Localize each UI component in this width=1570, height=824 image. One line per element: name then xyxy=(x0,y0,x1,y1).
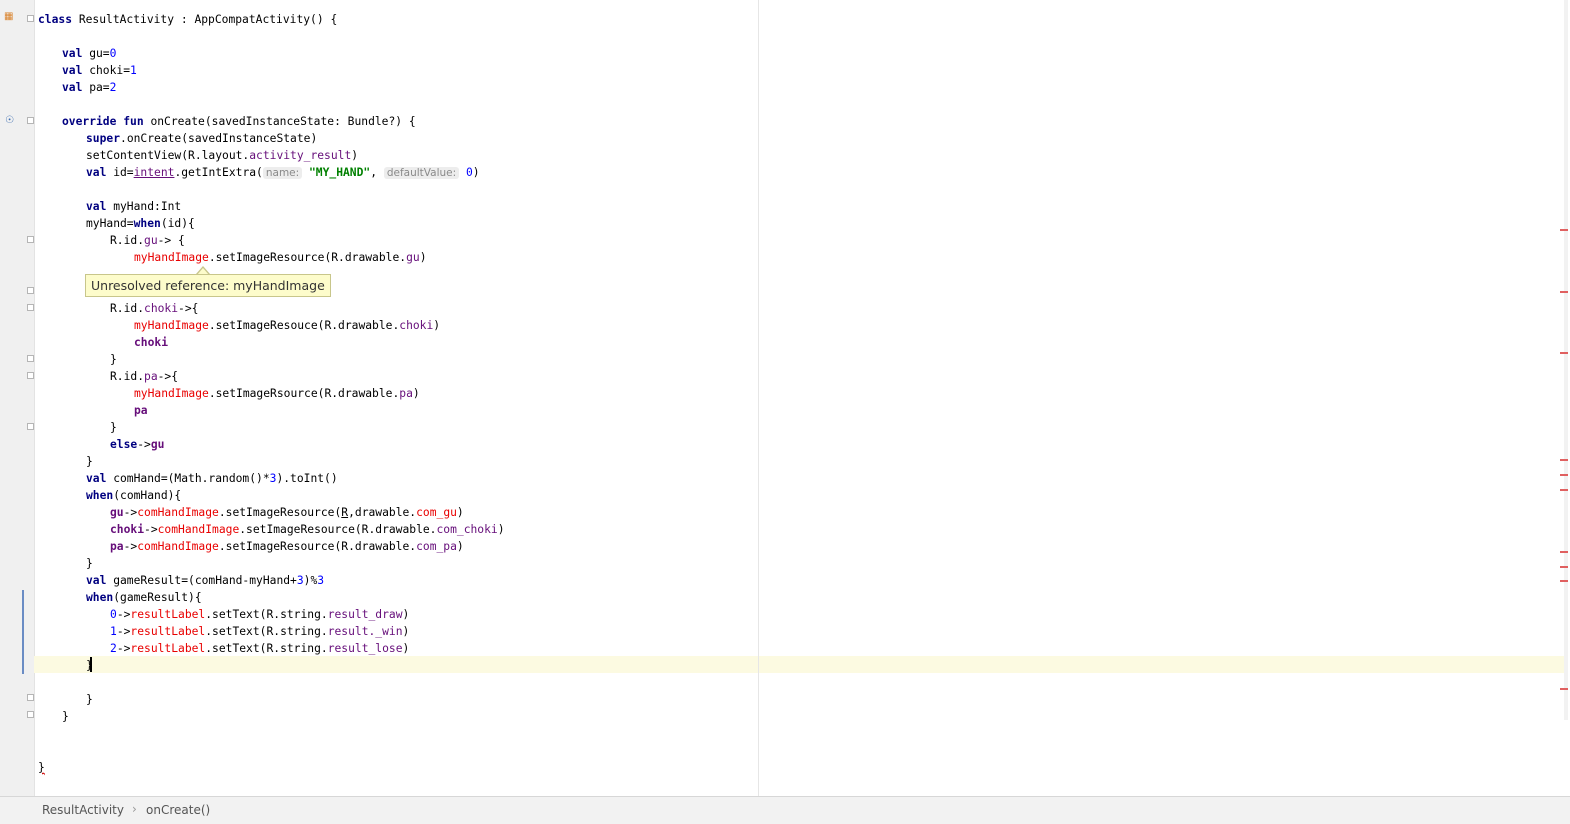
right-margin-guide xyxy=(758,0,759,796)
fold-marker[interactable] xyxy=(27,236,34,243)
breadcrumb-item-class[interactable]: ResultActivity xyxy=(42,803,124,817)
code-line: when(gameResult){ xyxy=(86,591,202,604)
code-line: choki->comHandImage.setImageResource(R.d… xyxy=(110,523,505,536)
fold-marker[interactable] xyxy=(27,711,34,718)
override-method-icon[interactable]: ☉ xyxy=(5,116,14,126)
code-line: 0->resultLabel.setText(R.string.result_d… xyxy=(110,608,410,621)
fold-marker[interactable] xyxy=(27,694,34,701)
code-line: pa->comHandImage.setImageResource(R.draw… xyxy=(110,540,464,553)
code-line: val myHand:Int xyxy=(86,200,182,213)
fold-marker[interactable] xyxy=(27,372,34,379)
parameter-hint: name: xyxy=(262,167,303,179)
code-line: 1->resultLabel.setText(R.string.result._… xyxy=(110,625,410,638)
code-line: } xyxy=(38,761,45,774)
code-line: } xyxy=(62,710,69,723)
code-line: myHandImage.setImageResouce(R.drawable.c… xyxy=(134,319,441,332)
text-caret xyxy=(90,657,92,672)
kotlin-class-icon[interactable]: ▦ xyxy=(4,12,13,22)
code-line: override fun onCreate(savedInstanceState… xyxy=(62,115,416,128)
code-line: val gu=0 xyxy=(62,47,117,60)
fold-marker[interactable] xyxy=(27,355,34,362)
error-marker[interactable] xyxy=(1560,229,1568,231)
breadcrumb-separator: › xyxy=(132,802,137,816)
error-marker[interactable] xyxy=(1560,352,1568,354)
code-line: } xyxy=(86,693,93,706)
vcs-change-bar[interactable] xyxy=(22,590,24,674)
error-marker[interactable] xyxy=(1560,459,1568,461)
code-line: } xyxy=(86,557,93,570)
breadcrumb: ResultActivity › onCreate() xyxy=(0,796,1570,824)
error-stripe[interactable] xyxy=(1560,0,1568,720)
error-marker[interactable] xyxy=(1560,291,1568,293)
code-line: 2->resultLabel.setText(R.string.result_l… xyxy=(110,642,410,655)
fold-marker[interactable] xyxy=(27,117,34,124)
code-line: gu->comHandImage.setImageResource(R,draw… xyxy=(110,506,464,519)
parameter-hint: defaultValue: xyxy=(383,167,460,179)
error-marker[interactable] xyxy=(1560,551,1568,553)
error-marker[interactable] xyxy=(1560,489,1568,491)
code-line: } xyxy=(110,353,117,366)
code-line: } xyxy=(86,455,93,468)
code-line: super.onCreate(savedInstanceState) xyxy=(86,132,318,145)
code-line: myHandImage.setImageResource(R.drawable.… xyxy=(134,251,427,264)
code-line: choki xyxy=(134,336,169,349)
code-line: myHandImage.setImageRsource(R.drawable.p… xyxy=(134,387,420,400)
code-line: R.id.gu-> { xyxy=(110,234,185,247)
code-line: } xyxy=(110,421,117,434)
code-line: setContentView(R.layout.activity_result) xyxy=(86,149,359,162)
error-tooltip: Unresolved reference: myHandImage xyxy=(85,274,331,297)
code-line: val comHand=(Math.random()*3).toInt() xyxy=(86,472,338,485)
code-line: pa xyxy=(134,404,148,417)
fold-marker[interactable] xyxy=(27,423,34,430)
fold-marker[interactable] xyxy=(27,287,34,294)
error-marker[interactable] xyxy=(1560,566,1568,568)
fold-marker[interactable] xyxy=(27,304,34,311)
breadcrumb-item-method[interactable]: onCreate() xyxy=(146,803,210,817)
fold-marker[interactable] xyxy=(27,15,34,22)
code-line: val id=intent.getIntExtra(name: "MY_HAND… xyxy=(86,166,480,179)
current-line-highlight xyxy=(34,656,1564,673)
code-editor[interactable]: ▦ ☉ class ResultActivity : AppCompatActi… xyxy=(0,0,1570,796)
code-line: R.id.pa->{ xyxy=(110,370,179,383)
code-line: val choki=1 xyxy=(62,64,137,77)
error-marker[interactable] xyxy=(1560,474,1568,476)
code-line: myHand=when(id){ xyxy=(86,217,195,230)
error-marker[interactable] xyxy=(1560,688,1568,690)
error-marker[interactable] xyxy=(1560,580,1568,582)
code-line: when(comHand){ xyxy=(86,489,182,502)
code-line: val gameResult=(comHand-myHand+3)%3 xyxy=(86,574,325,587)
code-line: val pa=2 xyxy=(62,81,117,94)
code-line: class ResultActivity : AppCompatActivity… xyxy=(38,13,338,26)
code-line: else->gu xyxy=(110,438,165,451)
code-line: R.id.choki->{ xyxy=(110,302,199,315)
